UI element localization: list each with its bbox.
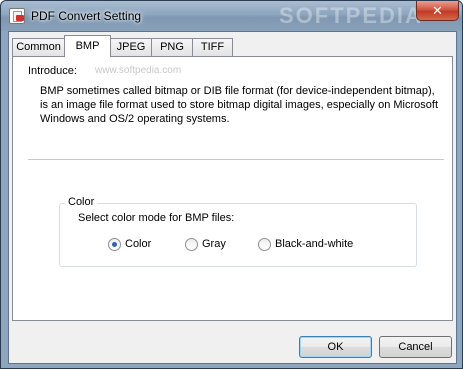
color-mode-caption: Select color mode for BMP files: (78, 212, 235, 224)
window-title: PDF Convert Setting (31, 9, 142, 23)
tab-label: TIFF (200, 41, 225, 53)
introduce-label: Introduce: (28, 65, 77, 77)
ok-button-label: OK (327, 341, 344, 353)
ok-button[interactable]: OK (299, 336, 372, 358)
radio-label: Black-and-white (275, 238, 354, 250)
divider (28, 159, 444, 160)
tab-label: PNG (160, 41, 184, 53)
cancel-button-label: Cancel (398, 341, 433, 353)
title-bar[interactable]: PDF Convert Setting SOFTPEDIA ✕ (1, 1, 462, 31)
pdf-app-icon (9, 8, 25, 24)
color-group-legend: Color (65, 196, 98, 208)
tab-label: JPEG (116, 41, 146, 53)
radio-unselected-icon (185, 238, 198, 251)
tab-label: Common (16, 41, 61, 53)
tab-png[interactable]: PNG (151, 38, 193, 56)
radio-unselected-icon (258, 238, 271, 251)
tab-common[interactable]: Common (12, 38, 65, 56)
radio-label: Gray (202, 238, 226, 250)
softpedia-watermark: SOFTPEDIA (279, 3, 423, 28)
softpedia-url-watermark: www.softpedia.com (95, 65, 182, 76)
radio-selected-icon (108, 238, 121, 251)
tab-label: BMP (75, 40, 100, 52)
format-description: BMP sometimes called bitmap or DIB file … (40, 85, 439, 125)
dialog-window: PDF Convert Setting SOFTPEDIA ✕ Common B… (0, 0, 463, 369)
tab-bmp[interactable]: BMP (64, 35, 111, 57)
tab-jpeg[interactable]: JPEG (110, 38, 152, 56)
tab-tiff[interactable]: TIFF (192, 38, 233, 56)
bmp-settings-panel: Introduce: www.softpedia.com BMP sometim… (12, 56, 453, 321)
cancel-button[interactable]: Cancel (379, 336, 452, 358)
close-icon: ✕ (432, 3, 443, 18)
close-button[interactable]: ✕ (416, 1, 459, 21)
dialog-client-area: Common BMP JPEG PNG TIFF Introduce: www.… (8, 31, 457, 364)
radio-label: Color (125, 238, 152, 250)
